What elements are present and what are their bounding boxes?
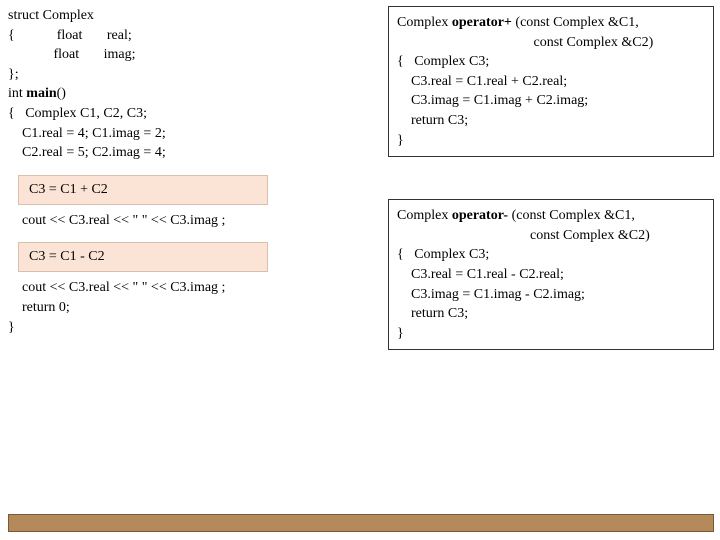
opminus-body1: { Complex C3; (397, 245, 705, 265)
main-close: } (8, 318, 378, 338)
footer-bar (8, 514, 714, 532)
c2-init: C2.real = 5; C2.imag = 4; (8, 143, 378, 163)
field-imag: float imag; (8, 45, 378, 65)
field-real: { float real; (8, 26, 378, 46)
opminus-sig2: const Complex &C2) (397, 226, 705, 246)
opminus-close: } (397, 324, 705, 344)
opplus-body1: { Complex C3; (397, 52, 705, 72)
opplus-body2: C3.real = C1.real + C2.real; (397, 72, 705, 92)
highlight-plus: C3 = C1 + C2 (18, 175, 268, 205)
operator-minus-box: Complex operator- (const Complex &C1, co… (388, 199, 714, 350)
opplus-body4: return C3; (397, 111, 705, 131)
cout2: cout << C3.real << " " << C3.imag ; (8, 278, 378, 298)
highlight-minus: C3 = C1 - C2 (18, 242, 268, 272)
opminus-body3: C3.imag = C1.imag - C2.imag; (397, 285, 705, 305)
c1-init: C1.real = 4; C1.imag = 2; (8, 124, 378, 144)
cout1: cout << C3.real << " " << C3.imag ; (8, 211, 378, 231)
opplus-sig2: const Complex &C2) (397, 33, 705, 53)
main-vars: { Complex C1, C2, C3; (8, 104, 378, 124)
opplus-close: } (397, 131, 705, 151)
struct-line: struct Complex (8, 6, 378, 26)
opplus-body3: C3.imag = C1.imag + C2.imag; (397, 91, 705, 111)
struct-close: }; (8, 65, 378, 85)
opplus-sig1: Complex operator+ (const Complex &C1, (397, 13, 705, 33)
opminus-body4: return C3; (397, 304, 705, 324)
opminus-sig1: Complex operator- (const Complex &C1, (397, 206, 705, 226)
right-code-column: Complex operator+ (const Complex &C1, co… (388, 6, 714, 392)
return: return 0; (8, 298, 378, 318)
left-code-column: struct Complex { float real; float imag;… (8, 6, 378, 337)
main-decl: int main() (8, 84, 378, 104)
operator-plus-box: Complex operator+ (const Complex &C1, co… (388, 6, 714, 157)
opminus-body2: C3.real = C1.real - C2.real; (397, 265, 705, 285)
